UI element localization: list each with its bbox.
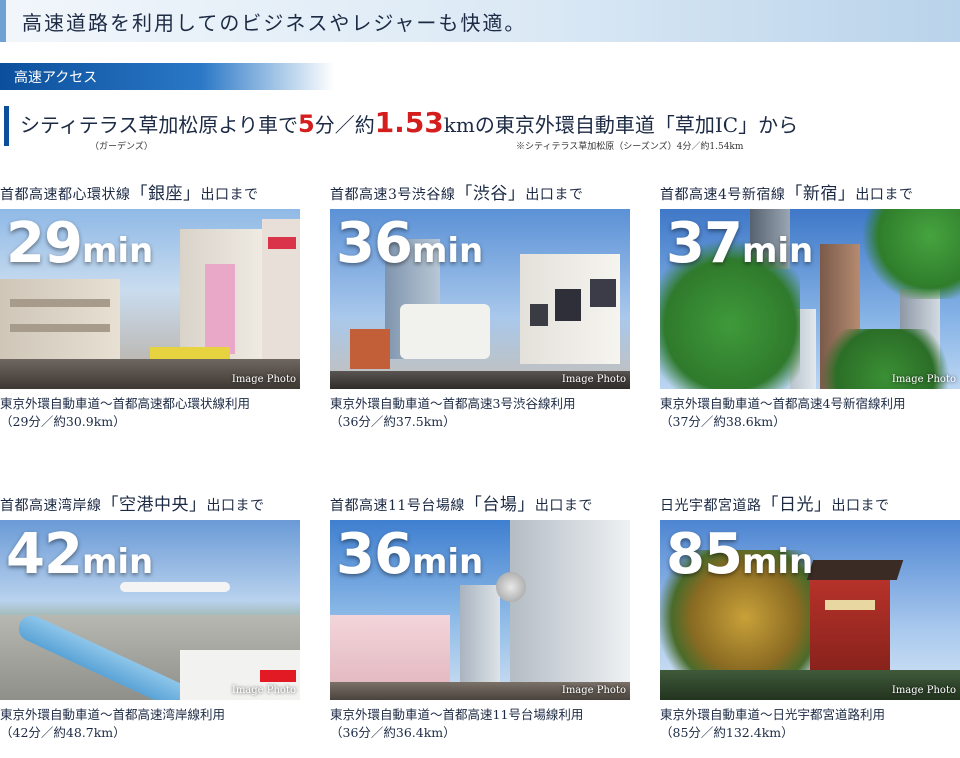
travel-time-value: 36 <box>336 211 413 276</box>
travel-time: 85min <box>666 522 813 587</box>
card-route-detail: （36分／約36.4km） <box>330 725 456 740</box>
travel-time-unit: min <box>411 231 484 271</box>
card-heading-route: 首都高速4号新宿線 <box>660 187 786 203</box>
card-route-detail: （36分／約37.5km） <box>330 414 456 429</box>
card-heading-suffix: 出口まで <box>831 498 890 514</box>
card-route-text: 東京外環自動車道～首都高速都心環状線利用 <box>0 396 251 411</box>
card-heading: 首都高速11号台場線「台場」出口まで <box>330 490 630 520</box>
access-pre: シティテラス草加松原より車で <box>20 113 298 137</box>
card-route: 東京外環自動車道～日光宇都宮道路利用 （85分／約132.4km） <box>660 706 960 742</box>
card-route: 東京外環自動車道～首都高速3号渋谷線利用 （36分／約37.5km） <box>330 395 630 431</box>
image-photo-tag: Image Photo <box>561 685 626 696</box>
travel-time: 42min <box>6 522 153 587</box>
card-heading-exit: 「台場」 <box>464 495 535 515</box>
image-photo-tag: Image Photo <box>231 685 296 696</box>
access-summary: シティテラス草加松原より車で5分／約1.53kmの東京外環自動車道「草加IC」か… <box>0 102 960 152</box>
travel-time-unit: min <box>741 231 814 271</box>
travel-time-unit: min <box>741 542 814 582</box>
card-heading: 首都高速湾岸線「空港中央」出口まで <box>0 490 300 520</box>
card-route-detail: （85分／約132.4km） <box>660 725 794 740</box>
card-heading-exit: 「空港中央」 <box>101 495 207 515</box>
destination-card-shinjuku: 首都高速4号新宿線「新宿」出口まで 37min Image Photo 東京外環… <box>660 179 960 431</box>
travel-time-value: 29 <box>6 211 83 276</box>
card-heading-suffix: 出口まで <box>525 187 584 203</box>
section-label: 高速アクセス <box>14 70 98 86</box>
card-route-text: 東京外環自動車道～首都高速11号台場線利用 <box>330 707 584 722</box>
destination-card-nikko: 日光宇都宮道路「日光」出口まで 85min Image Photo 東京外環自動… <box>660 490 960 742</box>
card-heading: 首都高速都心環状線「銀座」出口まで <box>0 179 300 209</box>
card-route: 東京外環自動車道～首都高速湾岸線利用 （42分／約48.7km） <box>0 706 300 742</box>
destination-card-daiba: 首都高速11号台場線「台場」出口まで 36min Image Photo 東京外… <box>330 490 630 742</box>
travel-time-value: 36 <box>336 522 413 587</box>
card-heading-route: 首都高速都心環状線 <box>0 187 131 203</box>
photo-daiba: 36min Image Photo <box>330 520 630 700</box>
image-photo-tag: Image Photo <box>891 374 956 385</box>
access-line: シティテラス草加松原より車で5分／約1.53kmの東京外環自動車道「草加IC」か… <box>20 106 798 139</box>
card-route: 東京外環自動車道～首都高速4号新宿線利用 （37分／約38.6km） <box>660 395 960 431</box>
access-note-seasons: ※シティテラス草加松原（シーズンズ）4分／約1.54km <box>516 142 744 152</box>
card-heading: 首都高速3号渋谷線「渋谷」出口まで <box>330 179 630 209</box>
card-heading-exit: 「銀座」 <box>130 184 201 204</box>
card-heading-route: 首都高速湾岸線 <box>0 498 102 514</box>
travel-time: 36min <box>336 522 483 587</box>
access-post: kmの東京外環自動車道「草加IC」から <box>443 113 799 137</box>
travel-time-value: 37 <box>666 211 743 276</box>
travel-time: 36min <box>336 211 483 276</box>
section-label-bar: 高速アクセス <box>0 63 334 90</box>
card-heading-route: 首都高速11号台場線 <box>330 498 465 514</box>
image-photo-tag: Image Photo <box>891 685 956 696</box>
photo-shibuya: 36min Image Photo <box>330 209 630 389</box>
access-minutes: 5 <box>298 110 315 138</box>
card-heading: 日光宇都宮道路「日光」出口まで <box>660 490 960 520</box>
card-route-detail: （29分／約30.9km） <box>0 414 126 429</box>
card-heading-route: 首都高速3号渋谷線 <box>330 187 456 203</box>
travel-time-value: 85 <box>666 522 743 587</box>
travel-time-unit: min <box>81 231 154 271</box>
card-route: 東京外環自動車道～首都高速11号台場線利用 （36分／約36.4km） <box>330 706 630 742</box>
photo-shinjuku: 37min Image Photo <box>660 209 960 389</box>
card-route: 東京外環自動車道～首都高速都心環状線利用 （29分／約30.9km） <box>0 395 300 431</box>
card-heading-exit: 「渋谷」 <box>455 184 526 204</box>
travel-time-unit: min <box>81 542 154 582</box>
photo-airport: 42min Image Photo <box>0 520 300 700</box>
access-km: 1.53 <box>374 106 444 139</box>
card-heading-exit: 「新宿」 <box>785 184 856 204</box>
card-route-text: 東京外環自動車道～首都高速湾岸線利用 <box>0 707 226 722</box>
photo-nikko: 85min Image Photo <box>660 520 960 700</box>
card-heading: 首都高速4号新宿線「新宿」出口まで <box>660 179 960 209</box>
card-heading-suffix: 出口まで <box>206 498 265 514</box>
header-banner: 高速道路を利用してのビジネスやレジャーも快適。 <box>0 0 960 42</box>
access-accent-bar <box>4 106 9 146</box>
page-title: 高速道路を利用してのビジネスやレジャーも快適。 <box>22 11 527 35</box>
photo-ginza: 29min Image Photo <box>0 209 300 389</box>
card-route-detail: （42分／約48.7km） <box>0 725 126 740</box>
travel-time-value: 42 <box>6 522 83 587</box>
image-photo-tag: Image Photo <box>231 374 296 385</box>
card-heading-route: 日光宇都宮道路 <box>660 498 762 514</box>
destination-card-shibuya: 首都高速3号渋谷線「渋谷」出口まで 36min Image Photo 東京外環… <box>330 179 630 431</box>
travel-time-unit: min <box>411 542 484 582</box>
card-route-text: 東京外環自動車道～首都高速4号新宿線利用 <box>660 396 906 411</box>
card-heading-suffix: 出口まで <box>855 187 914 203</box>
access-min-unit: 分／約 <box>314 113 375 137</box>
card-heading-suffix: 出口まで <box>534 498 593 514</box>
card-heading-exit: 「日光」 <box>761 495 832 515</box>
travel-time: 37min <box>666 211 813 276</box>
destination-card-ginza: 首都高速都心環状線「銀座」出口まで 29min Image Photo 東京外環… <box>0 179 300 431</box>
card-heading-suffix: 出口まで <box>200 187 259 203</box>
travel-time: 29min <box>6 211 153 276</box>
card-route-text: 東京外環自動車道～日光宇都宮道路利用 <box>660 707 886 722</box>
access-note-gardens: （ガーデンズ） <box>90 142 153 152</box>
card-route-text: 東京外環自動車道～首都高速3号渋谷線利用 <box>330 396 576 411</box>
card-route-detail: （37分／約38.6km） <box>660 414 786 429</box>
destination-card-airport: 首都高速湾岸線「空港中央」出口まで 42min Image Photo 東京外環… <box>0 490 300 742</box>
image-photo-tag: Image Photo <box>561 374 626 385</box>
